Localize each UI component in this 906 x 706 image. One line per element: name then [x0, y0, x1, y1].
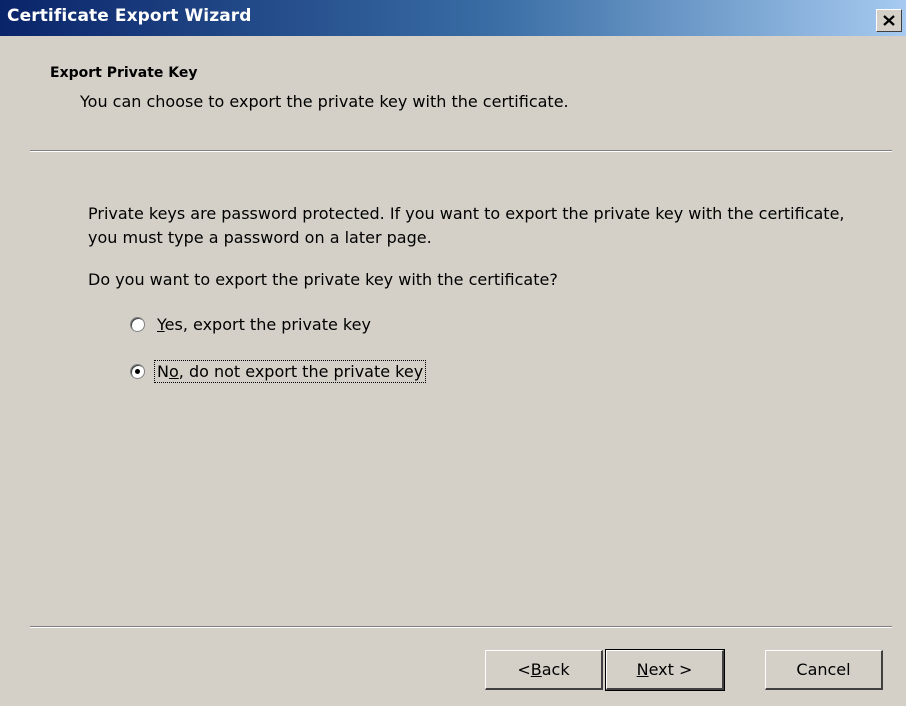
radio-label-no[interactable]: No, do not export the private key: [153, 360, 427, 383]
question-text: Do you want to export the private key wi…: [88, 270, 558, 289]
radio-button-yes[interactable]: [130, 317, 145, 332]
title-bar: Certificate Export Wizard: [0, 0, 906, 36]
cancel-button[interactable]: Cancel: [765, 650, 883, 690]
export-key-yes-option[interactable]: Yes, export the private key: [130, 314, 373, 335]
description-text: Private keys are password protected. If …: [88, 204, 845, 247]
export-key-no-option[interactable]: No, do not export the private key: [130, 360, 427, 383]
next-button[interactable]: Next >: [605, 649, 725, 691]
window-title: Certificate Export Wizard: [7, 6, 252, 26]
page-subtitle: You can choose to export the private key…: [80, 92, 569, 111]
radio-button-no[interactable]: [130, 364, 145, 379]
footer-divider: [30, 626, 892, 628]
page-title: Export Private Key: [50, 65, 198, 81]
back-button[interactable]: < Back: [485, 650, 603, 690]
radio-label-yes[interactable]: Yes, export the private key: [155, 314, 373, 335]
header-divider: [30, 150, 892, 152]
close-button[interactable]: [876, 9, 902, 32]
close-icon: [883, 15, 895, 26]
radio-selected-dot: [135, 369, 140, 374]
